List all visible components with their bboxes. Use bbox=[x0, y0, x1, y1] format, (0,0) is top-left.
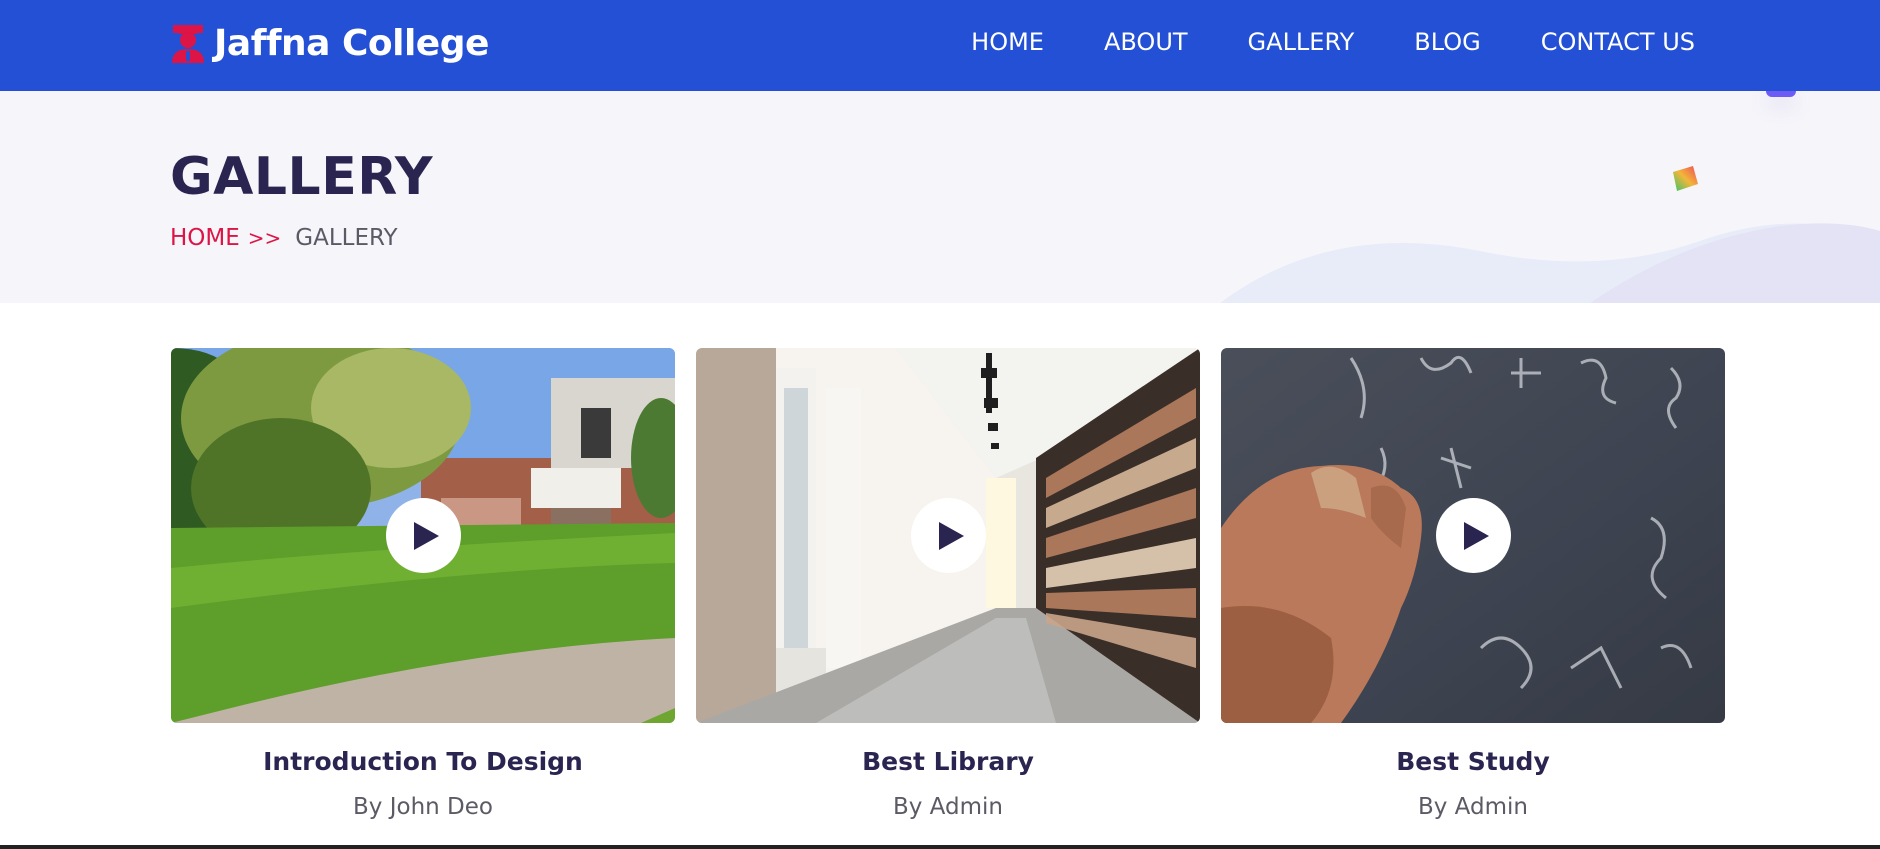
card-title[interactable]: Introduction To Design bbox=[171, 747, 675, 776]
breadcrumb-separator: >> bbox=[247, 226, 282, 250]
gallery-card: Introduction To Design By John Deo bbox=[171, 348, 675, 820]
brand-logo[interactable]: Jaffna College bbox=[170, 18, 489, 68]
video-thumbnail-campus[interactable] bbox=[171, 348, 675, 723]
main-nav: HOME ABOUT GALLERY BLOG CONTACT US bbox=[971, 0, 1695, 84]
nav-gallery[interactable]: GALLERY bbox=[1248, 28, 1355, 56]
gallery-grid: Introduction To Design By John Deo Best … bbox=[171, 348, 1725, 828]
nav-contact-us[interactable]: CONTACT US bbox=[1541, 28, 1695, 56]
video-thumbnail-study[interactable] bbox=[1221, 348, 1725, 723]
card-title[interactable]: Best Library bbox=[696, 747, 1200, 776]
gallery-card: Best Library By Admin bbox=[696, 348, 1200, 820]
card-title[interactable]: Best Study bbox=[1221, 747, 1725, 776]
cube-decoration bbox=[1673, 166, 1698, 191]
video-thumbnail-library[interactable] bbox=[696, 348, 1200, 723]
page-bottom-divider bbox=[0, 845, 1880, 849]
card-author: By Admin bbox=[1417, 794, 1528, 820]
card-author: By John Deo bbox=[353, 794, 493, 820]
play-icon bbox=[939, 521, 964, 550]
nav-blog[interactable]: BLOG bbox=[1414, 28, 1480, 56]
top-navbar: Jaffna College HOME ABOUT GALLERY BLOG C… bbox=[0, 0, 1880, 91]
gallery-card: Best Study By Admin bbox=[1221, 348, 1725, 820]
play-icon bbox=[1464, 521, 1489, 550]
play-icon bbox=[414, 521, 439, 550]
play-button[interactable] bbox=[1436, 498, 1511, 573]
play-button[interactable] bbox=[386, 498, 461, 573]
nav-about[interactable]: ABOUT bbox=[1104, 28, 1188, 56]
play-button[interactable] bbox=[911, 498, 986, 573]
card-author: By Admin bbox=[892, 794, 1003, 820]
breadcrumb-home-link[interactable]: HOME bbox=[170, 225, 240, 251]
breadcrumb-current: GALLERY bbox=[295, 225, 398, 251]
graduate-icon bbox=[172, 25, 204, 63]
purple-shape-decoration bbox=[1766, 91, 1796, 97]
nav-home[interactable]: HOME bbox=[971, 28, 1044, 56]
brand-name: Jaffna College bbox=[214, 22, 489, 64]
page-banner: GALLERY HOME >> GALLERY bbox=[0, 91, 1880, 303]
breadcrumb: HOME >> GALLERY bbox=[170, 225, 398, 251]
page-title: GALLERY bbox=[170, 147, 434, 207]
